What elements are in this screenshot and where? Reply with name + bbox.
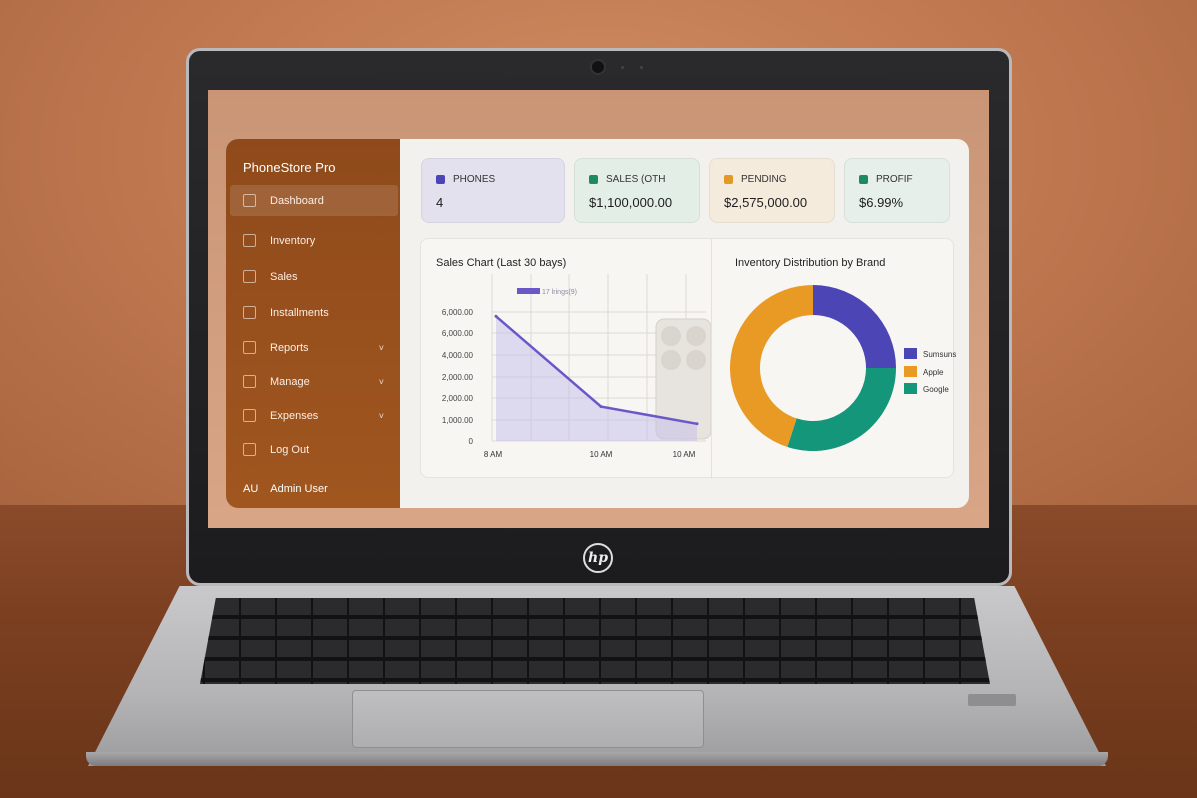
stat-card-label: PHONES xyxy=(436,174,550,185)
wallet-icon xyxy=(243,409,256,422)
legend-label: Apple xyxy=(923,368,944,377)
legend-swatch xyxy=(904,348,917,359)
data-point xyxy=(599,405,603,409)
sidebar-item-label: Expenses xyxy=(270,409,319,422)
sidebar-item-label: Sales xyxy=(270,270,298,283)
legend-swatch xyxy=(904,366,917,377)
home-icon xyxy=(243,194,256,207)
cap-icon xyxy=(243,306,256,319)
stat-label-text: PENDING xyxy=(741,174,787,185)
webcam-led xyxy=(621,66,624,69)
phone-icon xyxy=(436,175,445,184)
avatar: AU xyxy=(243,483,259,495)
charts-panel: Sales Chart (Last 30 bays) 6,000.00 6,000… xyxy=(420,238,956,479)
stat-label-text: SALES (OTH xyxy=(606,174,666,185)
dashboard-app: PhoneStore Pro Dashboard Inventory Sales In… xyxy=(226,139,969,508)
legend-swatch xyxy=(517,288,540,294)
sidebar-item-installments[interactable]: Installments xyxy=(230,297,398,328)
x-tick-label: 8 AM xyxy=(484,450,503,459)
stat-card-label: SALES (OTH xyxy=(589,174,685,185)
x-tick-label: 10 AM xyxy=(590,450,613,459)
chevron-down-icon: ˅ xyxy=(378,342,384,353)
phone-camera-watermark xyxy=(661,350,681,370)
chevron-down-icon: ˅ xyxy=(378,410,384,421)
phone-camera-watermark xyxy=(686,350,706,370)
sidebar-item-inventory[interactable]: Inventory xyxy=(230,225,398,256)
stat-label-text: PHONES xyxy=(453,174,496,185)
sidebar-item-log-out[interactable]: Log Out xyxy=(230,434,398,465)
tag-icon xyxy=(589,175,598,184)
keyboard[interactable] xyxy=(200,598,990,684)
sidebar-item-reports[interactable]: Reports ˅ xyxy=(230,332,398,363)
dollar-icon xyxy=(724,175,733,184)
user-name: Admin User xyxy=(270,483,328,495)
settings-icon xyxy=(243,375,256,388)
stat-card-profif[interactable]: PROFIF $6.99% xyxy=(844,158,950,223)
brand-donut-chart: Sumsuns Apple Google xyxy=(729,285,956,452)
stat-label-text: PROFIF xyxy=(876,174,913,185)
sidebar-item-sales[interactable]: Sales xyxy=(230,261,398,292)
data-point xyxy=(695,422,699,426)
hp-logo: hp xyxy=(583,543,613,573)
bar-chart-icon xyxy=(243,270,256,283)
sidebar-item-dashboard[interactable]: Dashboard xyxy=(230,185,398,216)
sidebar: PhoneStore Pro Dashboard Inventory Sales In… xyxy=(226,139,400,508)
y-tick-label: 6,000.00 xyxy=(442,308,474,317)
stat-card-value: $2,575,000.00 xyxy=(724,195,808,210)
donut-slice-google xyxy=(787,368,896,452)
stat-card-value: $1,100,000.00 xyxy=(589,195,673,210)
stat-card-label: PROFIF xyxy=(859,174,935,185)
data-point xyxy=(494,314,498,318)
sidebar-item-label: Installments xyxy=(270,306,329,319)
sidebar-item-manage[interactable]: Manage ˅ xyxy=(230,366,398,397)
phone-camera-watermark xyxy=(661,326,681,346)
laptop-screen: PhoneStore Pro Dashboard Inventory Sales In… xyxy=(208,90,989,528)
phone-camera-watermark xyxy=(686,326,706,346)
stat-card-value: 4 xyxy=(436,195,444,210)
stat-card-label: PENDING xyxy=(724,174,820,185)
sidebar-item-label: Manage xyxy=(270,375,310,388)
legend-label: Google xyxy=(923,385,949,394)
y-tick-label: 4,000.00 xyxy=(442,351,474,360)
y-tick-label: 0 xyxy=(469,437,474,446)
webcam-sensor xyxy=(640,66,643,69)
main-content: PHONES 4 SALES (OTH $1,100,000.00 PENDING $2,… xyxy=(400,139,969,508)
x-tick-label: 10 AM xyxy=(673,450,696,459)
y-tick-label: 2,000.00 xyxy=(442,373,474,382)
box-icon xyxy=(243,234,256,247)
touchpad[interactable] xyxy=(352,690,704,748)
chevron-down-icon: ˅ xyxy=(378,376,384,387)
stat-card-pending[interactable]: PENDING $2,575,000.00 xyxy=(709,158,835,223)
fingerprint-reader[interactable] xyxy=(968,694,1016,706)
stat-card-sales-oth[interactable]: SALES (OTH $1,100,000.00 xyxy=(574,158,700,223)
document-icon xyxy=(243,341,256,354)
sidebar-item-label: Reports xyxy=(270,341,309,354)
sidebar-item-expenses[interactable]: Expenses ˅ xyxy=(230,400,398,431)
laptop-base-front xyxy=(86,752,1108,766)
sidebar-item-label: Inventory xyxy=(270,234,316,247)
user-profile[interactable]: AU Admin User xyxy=(243,483,328,495)
y-tick-label: 1,000.00 xyxy=(442,416,474,425)
stat-card-value: $6.99% xyxy=(859,195,904,210)
legend-label: Sumsuns xyxy=(923,350,956,359)
webcam xyxy=(590,59,606,75)
donut-slice-sumsuns xyxy=(813,285,896,368)
sales-line-chart: 6,000.00 6,000.00 4,000.00 2,000.00 2,000.00… xyxy=(442,274,711,459)
y-tick-label: 6,000.00 xyxy=(442,329,474,338)
person-icon xyxy=(859,175,868,184)
stat-card-phones[interactable]: PHONES 4 xyxy=(421,158,565,223)
legend-label: 17 lrings(9) xyxy=(542,289,577,296)
logout-icon xyxy=(243,443,256,456)
sidebar-item-label: Dashboard xyxy=(270,194,324,207)
legend-swatch xyxy=(904,383,917,394)
sidebar-item-label: Log Out xyxy=(270,443,310,456)
y-tick-label: 2,000.00 xyxy=(442,394,474,403)
brand-title: PhoneStore Pro xyxy=(243,160,336,175)
